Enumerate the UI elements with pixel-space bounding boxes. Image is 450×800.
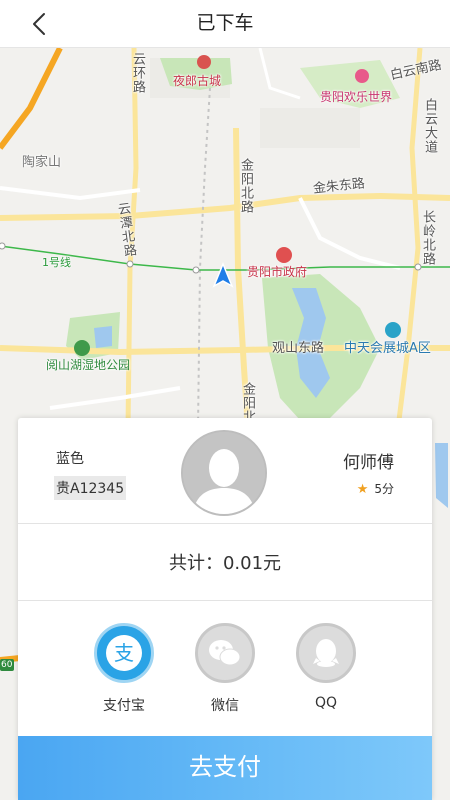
star-icon: ★: [356, 482, 369, 497]
rating-value: 5分: [374, 482, 394, 496]
map-label-poi: 中天会展城A区: [344, 341, 431, 356]
payment-label: 微信: [211, 698, 239, 714]
poi-yelang-icon: [197, 55, 211, 69]
map-label-road: 观山东路: [272, 341, 325, 356]
payment-option-qq[interactable]: QQ: [286, 623, 366, 711]
license-plate: 贵A12345: [54, 476, 127, 500]
trip-summary-card: 蓝色 贵A12345 何师傅 ★ 5分 共计：0.01元 支 支付宝 微信 QQ…: [18, 418, 432, 800]
payment-option-wechat[interactable]: 微信: [185, 623, 265, 715]
poi-park-icon: [74, 340, 90, 356]
map-label-poi: 阅山湖湿地公园: [46, 358, 131, 372]
map-label-metro: 1号线: [42, 256, 71, 269]
wechat-icon: [195, 623, 255, 683]
driver-name: 何师傅: [343, 453, 394, 473]
map-label-road: 云环路: [130, 52, 145, 94]
map-label-poi: 贵阳市政府: [247, 265, 308, 279]
poi-gov-icon: [276, 247, 292, 263]
map-label-road: 金阳北路: [238, 158, 253, 214]
alipay-icon: 支: [94, 623, 154, 683]
qq-icon: [296, 623, 356, 683]
payment-option-alipay[interactable]: 支 支付宝: [84, 623, 164, 715]
driver-avatar: [181, 430, 267, 516]
fare-total: 共计：0.01元: [18, 525, 432, 601]
page-title: 已下车: [196, 12, 254, 34]
map-label-poi: 夜郎古城: [173, 74, 222, 88]
map-label-road: 白云大道: [422, 98, 437, 154]
map-label-place: 陶家山: [22, 155, 62, 170]
payment-label: 支付宝: [103, 698, 145, 714]
car-color: 蓝色: [56, 451, 84, 467]
svg-text:支: 支: [114, 641, 134, 665]
top-bar: 已下车: [0, 0, 450, 48]
poi-huanle-icon: [355, 69, 369, 83]
poi-zhongtian-icon: [385, 322, 401, 338]
driver-rating: ★ 5分: [357, 480, 394, 497]
map-road-number: 60: [1, 660, 13, 670]
payment-label: QQ: [314, 695, 338, 711]
avatar-silhouette-icon: [183, 432, 265, 514]
payment-methods: 支 支付宝 微信 QQ: [18, 623, 432, 733]
map-label-road: 长岭北路: [420, 210, 435, 266]
pay-button[interactable]: 去支付: [18, 736, 432, 800]
map-label-poi: 贵阳欢乐世界: [320, 90, 393, 104]
driver-info: 蓝色 贵A12345 何师傅 ★ 5分: [18, 418, 432, 524]
